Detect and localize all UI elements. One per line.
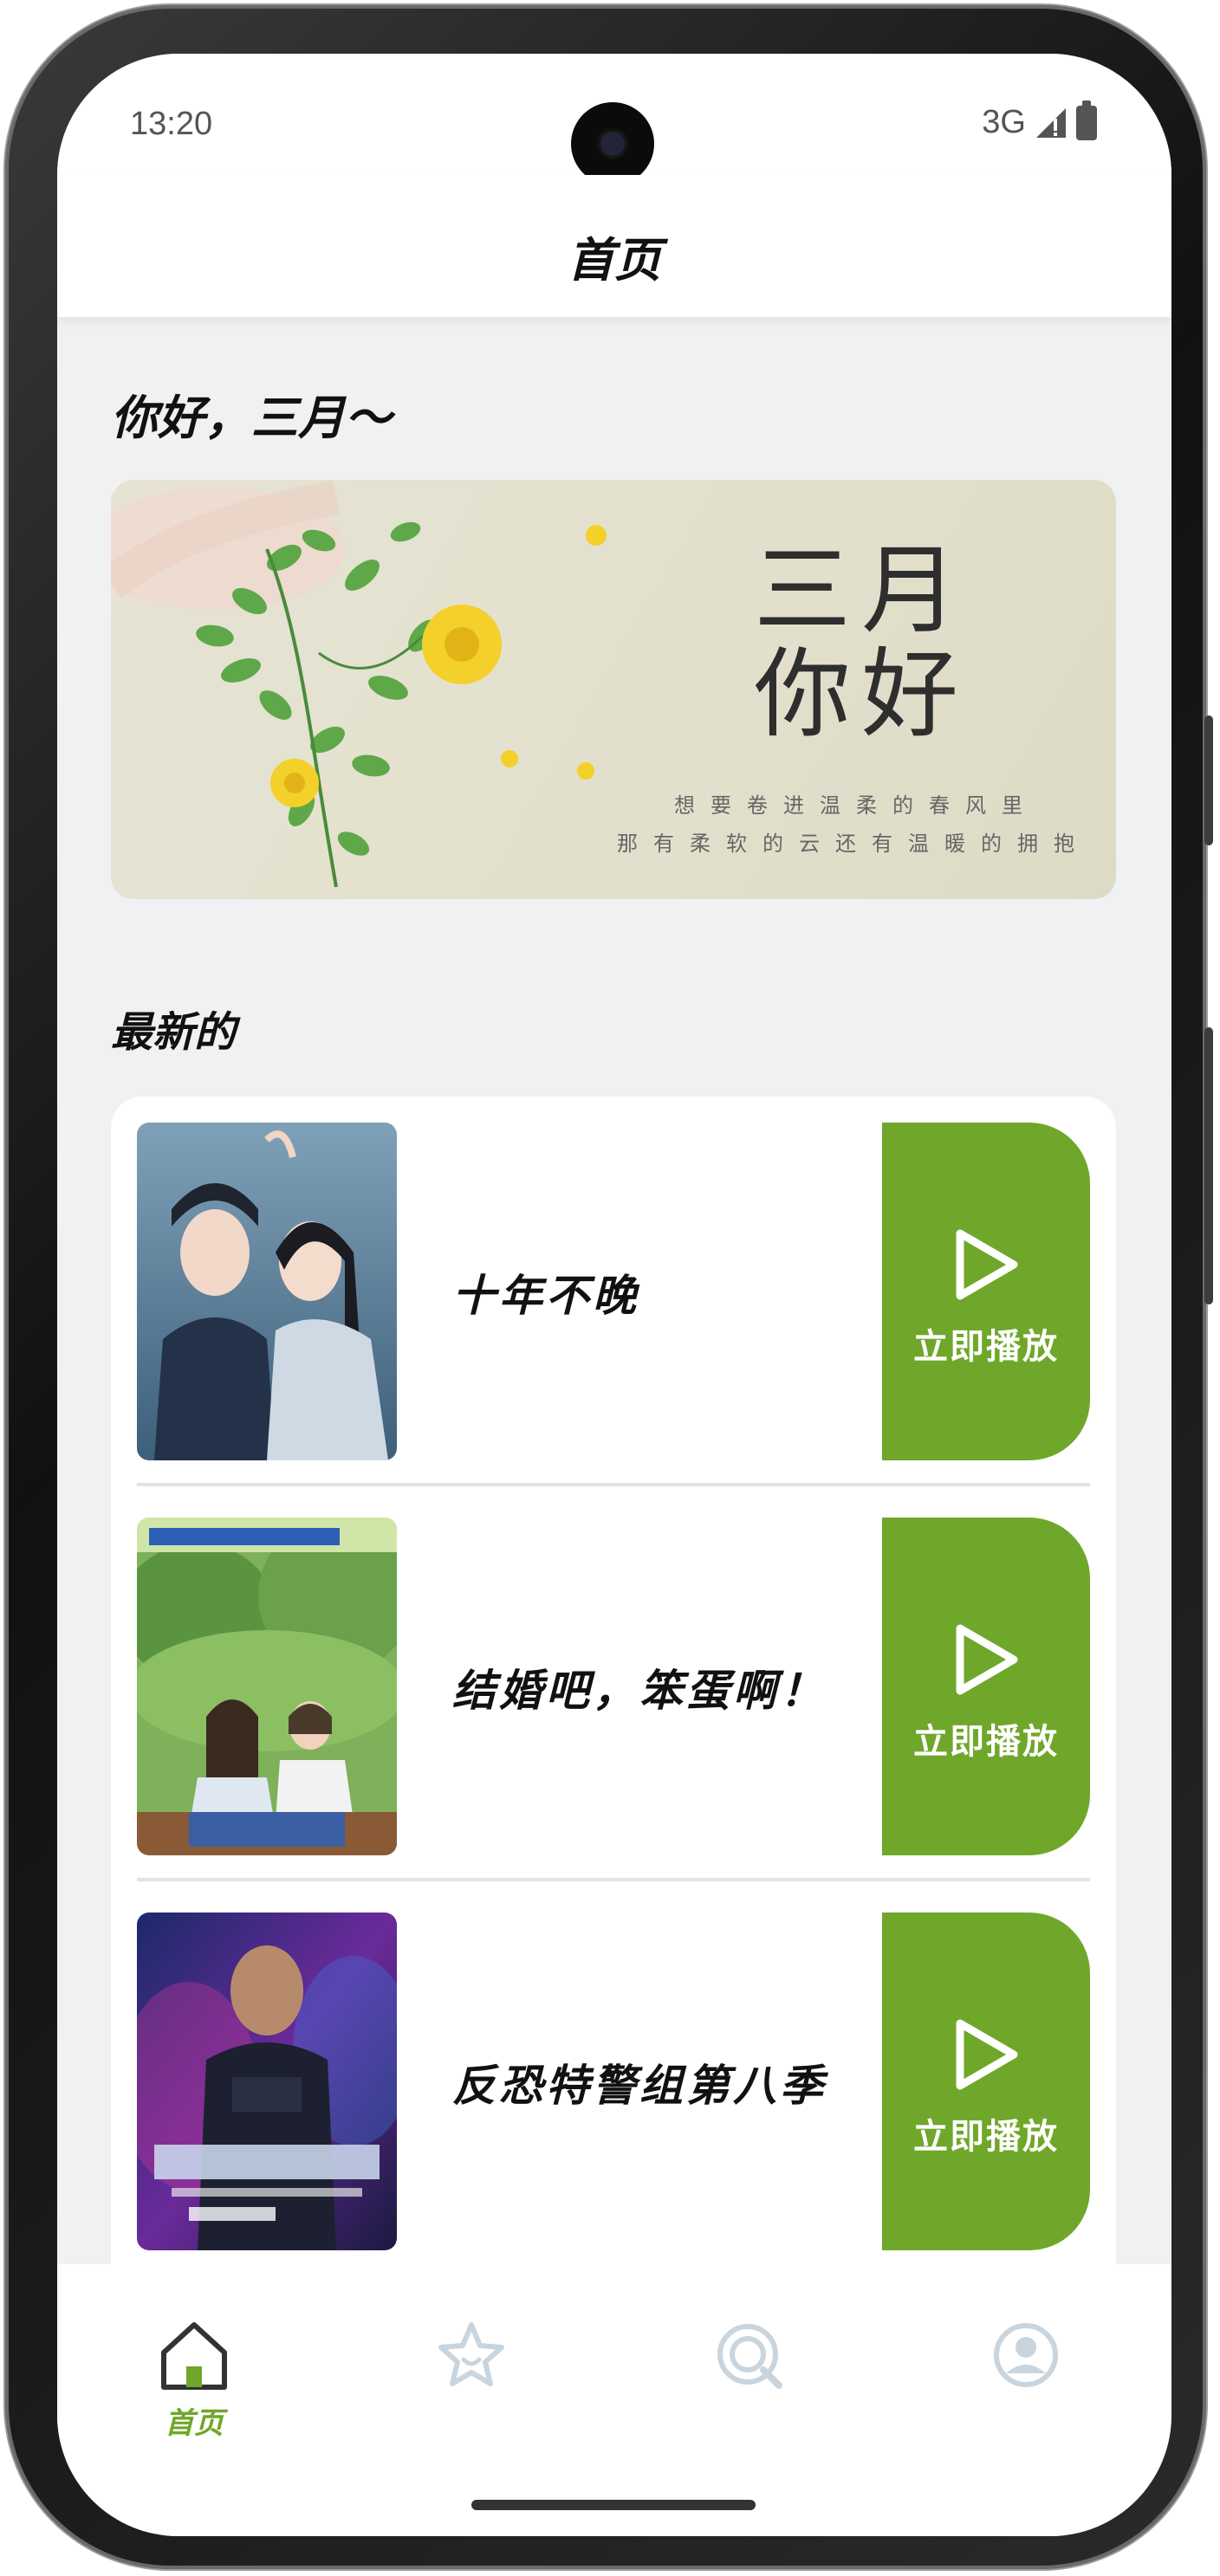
nav-profile[interactable]	[939, 2316, 1113, 2394]
banner[interactable]: 三月 你好 想要卷进温柔的春风里 那有柔软的云还有温暖的拥抱	[111, 480, 1116, 899]
banner-subtitle-line1: 想要卷进温柔的春风里	[674, 793, 1038, 818]
flower-illustration	[111, 480, 607, 888]
latest-list: 十年不晚 立即播放 结婚吧，笨蛋啊！ 立即播放 反恐特警组第八季 立即播放	[111, 1097, 1116, 2309]
search-icon	[717, 2324, 782, 2389]
play-icon	[956, 2019, 1018, 2090]
banner-title-line2: 你好	[754, 638, 969, 751]
item-title[interactable]: 十年不晚	[452, 1261, 639, 1324]
signal-icon	[1036, 107, 1066, 138]
battery-icon	[1076, 100, 1097, 140]
power-button	[1204, 1027, 1213, 1304]
list-item[interactable]: 结婚吧，笨蛋啊！ 立即播放	[137, 1518, 1090, 1855]
page-title: 首页	[568, 233, 661, 288]
list-item[interactable]: 反恐特警组第八季 立即播放	[137, 1913, 1090, 2250]
home-indicator[interactable]	[471, 2500, 756, 2510]
play-now-button[interactable]: 立即播放	[882, 1913, 1090, 2250]
divider	[137, 1483, 1090, 1486]
nav-home-label: 首页	[165, 2406, 224, 2441]
profile-icon	[994, 2323, 1058, 2387]
nav-favorites[interactable]	[385, 2316, 558, 2394]
poster-art	[137, 1913, 397, 2250]
home-icon	[161, 2322, 227, 2390]
nav-search[interactable]	[662, 2316, 835, 2394]
app-header: 首页	[57, 175, 1171, 317]
poster-image[interactable]	[137, 1913, 397, 2250]
banner-subtitle-line2: 那有柔软的云还有温暖的拥抱	[617, 832, 1090, 856]
play-icon	[956, 1229, 1018, 1300]
poster-image[interactable]	[137, 1123, 397, 1460]
status-time: 13:20	[130, 106, 213, 142]
star-icon	[438, 2322, 504, 2386]
play-now-button[interactable]: 立即播放	[882, 1518, 1090, 1855]
phone-frame: 13:20 3G 首页 你好，三月～ 三月 你好 想要卷进温柔的春风里 那有柔软…	[5, 5, 1213, 2569]
status-icons: 3G	[982, 100, 1097, 141]
status-bar: 13:20 3G	[57, 54, 1171, 185]
section-title-latest: 最新的	[111, 1008, 237, 1057]
screen: 13:20 3G 首页 你好，三月～ 三月 你好 想要卷进温柔的春风里 那有柔软…	[57, 54, 1171, 2536]
greeting-text: 你好，三月～	[111, 391, 392, 445]
play-now-label: 立即播放	[913, 2117, 1059, 2157]
banner-title: 三月 你好	[754, 539, 969, 747]
play-icon	[956, 1624, 1018, 1695]
play-now-label: 立即播放	[913, 1722, 1059, 1762]
divider	[137, 1878, 1090, 1881]
item-title[interactable]: 反恐特警组第八季	[452, 2051, 827, 2113]
front-camera	[571, 102, 654, 185]
list-item[interactable]: 十年不晚 立即播放	[137, 1123, 1090, 1460]
play-now-label: 立即播放	[913, 1327, 1059, 1367]
poster-art	[137, 1518, 397, 1855]
nav-home[interactable]: 首页	[107, 2316, 281, 2442]
poster-art	[137, 1123, 397, 1460]
network-label: 3G	[982, 104, 1026, 140]
poster-image[interactable]	[137, 1518, 397, 1855]
banner-title-line1: 三月	[754, 534, 969, 647]
item-title[interactable]: 结婚吧，笨蛋啊！	[452, 1656, 827, 1718]
play-now-button[interactable]: 立即播放	[882, 1123, 1090, 1460]
volume-button	[1204, 715, 1213, 845]
bottom-nav: 首页	[57, 2264, 1171, 2536]
